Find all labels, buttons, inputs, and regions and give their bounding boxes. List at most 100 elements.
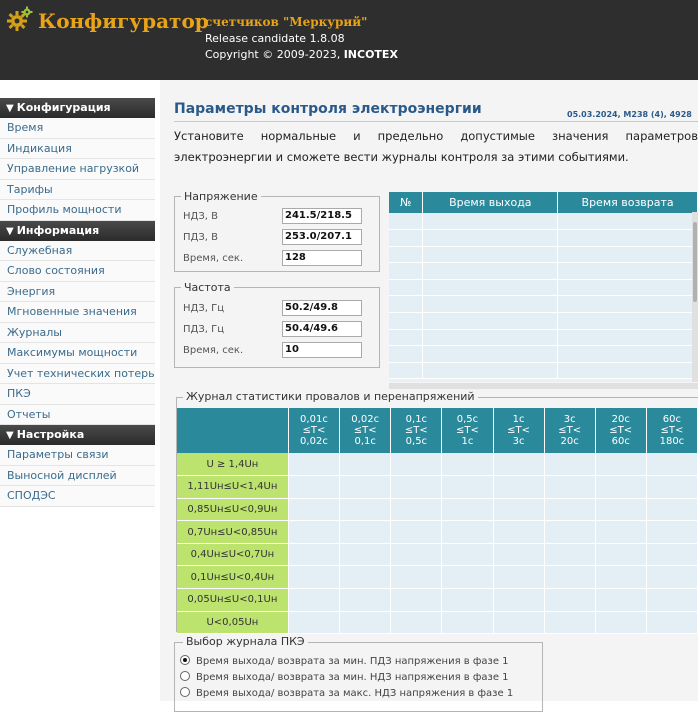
sidebar-item-time[interactable]: Время xyxy=(0,118,155,139)
voltage-ndz-input[interactable]: 241.5/218.5 xyxy=(282,208,362,224)
events-table[interactable]: № Время выхода Время возврата xyxy=(389,192,698,382)
journal-cell xyxy=(595,475,647,499)
events-row[interactable] xyxy=(389,262,698,280)
journal-cell xyxy=(493,498,545,522)
journal-cell xyxy=(339,520,392,544)
events-row[interactable] xyxy=(389,362,698,380)
journal-cell xyxy=(595,520,647,544)
events-cell xyxy=(422,213,559,231)
sidebar-section-info[interactable]: ▼ Информация xyxy=(0,220,155,241)
events-cell xyxy=(389,295,424,314)
pke-option-1[interactable]: Время выхода/ возврата за мин. ПДЗ напря… xyxy=(180,655,509,667)
sidebar-item-status-word[interactable]: Слово состояния xyxy=(0,261,155,282)
journal-cell xyxy=(493,565,545,590)
journal-col-header: 0,02с ≤T< 0,1с xyxy=(339,408,392,453)
events-row[interactable] xyxy=(389,246,698,264)
voltage-time-input[interactable]: 128 xyxy=(282,250,362,266)
journal-cell xyxy=(441,475,494,499)
voltage-ndz-label: НДЗ, В xyxy=(183,211,218,222)
journal-row-label: 0,4Uн≤U<0,7Uн xyxy=(177,543,289,567)
page-title: Параметры контроля электроэнергии xyxy=(174,101,482,117)
radio-selected-icon[interactable] xyxy=(180,655,190,665)
sidebar-item-instant-values[interactable]: Мгновенные значения xyxy=(0,302,155,323)
sidebar-item-comm-params[interactable]: Параметры связи xyxy=(0,445,155,466)
journal-cell xyxy=(544,520,596,544)
radio-icon[interactable] xyxy=(180,671,190,681)
journal-cell xyxy=(288,543,341,567)
events-hscrollbar[interactable] xyxy=(389,383,698,389)
journal-cell xyxy=(441,498,494,522)
pke-option-2[interactable]: Время выхода/ возврата за мин. НДЗ напря… xyxy=(180,671,509,683)
col-return-time[interactable]: Время возврата xyxy=(557,192,698,213)
col-exit-time[interactable]: Время выхода xyxy=(422,192,559,213)
sidebar-item-remote-display[interactable]: Выносной дисплей xyxy=(0,465,155,486)
journal-cell xyxy=(339,543,392,567)
journal-cell xyxy=(646,475,698,499)
journal-cell xyxy=(493,453,545,477)
journal-cell xyxy=(493,588,545,612)
journal-table: 0,01с ≤T< 0,02с 0,02с ≤T< 0,1с 0,1с ≤T< 0,5с 0,5с… xyxy=(177,408,698,635)
events-cell xyxy=(557,246,698,264)
sidebar-item-tech-losses[interactable]: Учет технических потерь xyxy=(0,363,155,384)
journal-cell xyxy=(544,565,596,590)
triangle-down-icon: ▼ xyxy=(6,103,14,114)
col-number[interactable]: № xyxy=(389,192,424,213)
events-row[interactable] xyxy=(389,213,698,231)
sidebar-item-journals[interactable]: Журналы xyxy=(0,322,155,343)
company-name: INCOTEX xyxy=(343,48,398,61)
frequency-legend: Частота xyxy=(184,281,231,294)
journal-cell xyxy=(339,611,392,635)
events-cell xyxy=(422,262,559,280)
events-row[interactable] xyxy=(389,345,698,363)
events-cell xyxy=(557,213,698,231)
scrollbar-thumb[interactable] xyxy=(693,222,697,302)
journal-row: U ≥ 1,4Uн xyxy=(177,453,698,477)
sidebar-section-settings[interactable]: ▼ Настройка xyxy=(0,425,155,445)
sidebar-item-power-max[interactable]: Максимумы мощности xyxy=(0,343,155,364)
pke-option-3[interactable]: Время выхода/ возврата за макс. НДЗ напр… xyxy=(180,687,513,699)
sidebar-item-display[interactable]: Индикация xyxy=(0,138,155,159)
triangle-down-icon: ▼ xyxy=(6,225,14,237)
frequency-pdz-input[interactable]: 50.4/49.6 xyxy=(282,321,362,337)
journal-cell xyxy=(646,543,698,567)
events-row[interactable] xyxy=(389,279,698,297)
events-cell xyxy=(389,262,424,280)
sidebar-item-energy[interactable]: Энергия xyxy=(0,281,155,302)
frequency-time-input[interactable]: 10 xyxy=(282,342,362,358)
sidebar-item-reports[interactable]: Отчеты xyxy=(0,404,155,425)
journal-cell xyxy=(390,543,443,567)
sidebar-item-service[interactable]: Служебная xyxy=(0,240,155,261)
journal-cell xyxy=(493,543,545,567)
journal-cell xyxy=(390,611,443,635)
sidebar-item-load-control[interactable]: Управление нагрузкой xyxy=(0,159,155,180)
journal-cell xyxy=(544,475,596,499)
events-row[interactable] xyxy=(389,312,698,330)
journal-col-header: 0,1с ≤T< 0,5с xyxy=(390,408,443,453)
events-cell xyxy=(422,362,559,380)
events-row[interactable] xyxy=(389,295,698,314)
voltage-pdz-input[interactable]: 253.0/207.1 xyxy=(282,229,362,245)
journal-cell xyxy=(595,453,647,477)
journal-cell xyxy=(646,565,698,590)
journal-col-header: 3с ≤T< 20с xyxy=(544,408,596,453)
events-row[interactable] xyxy=(389,329,698,347)
journal-cell xyxy=(288,453,341,477)
events-cell xyxy=(422,329,559,347)
journal-row-label: 0,1Uн≤U<0,4Uн xyxy=(177,565,289,590)
journal-row: 1,11Uн≤U<1,4Uн xyxy=(177,475,698,499)
journal-cell xyxy=(441,520,494,544)
frequency-ndz-input[interactable]: 50.2/49.8 xyxy=(282,300,362,316)
events-cell xyxy=(557,295,698,314)
journal-row-label: 0,85Uн≤U<0,9Uн xyxy=(177,498,289,522)
sidebar-section-config[interactable]: ▼ Конфигурация xyxy=(0,98,155,118)
sidebar-item-pke[interactable]: ПКЭ xyxy=(0,384,155,405)
events-scrollbar[interactable] xyxy=(692,212,698,382)
sidebar-item-power-profile[interactable]: Профиль мощности xyxy=(0,200,155,221)
sidebar-item-spodes[interactable]: СПОДЭС xyxy=(0,486,155,507)
radio-icon[interactable] xyxy=(180,687,190,697)
events-row[interactable] xyxy=(389,229,698,247)
sidebar-item-tariffs[interactable]: Тарифы xyxy=(0,179,155,200)
events-cell xyxy=(557,229,698,247)
journal-cell xyxy=(441,543,494,567)
journal-cell xyxy=(390,498,443,522)
